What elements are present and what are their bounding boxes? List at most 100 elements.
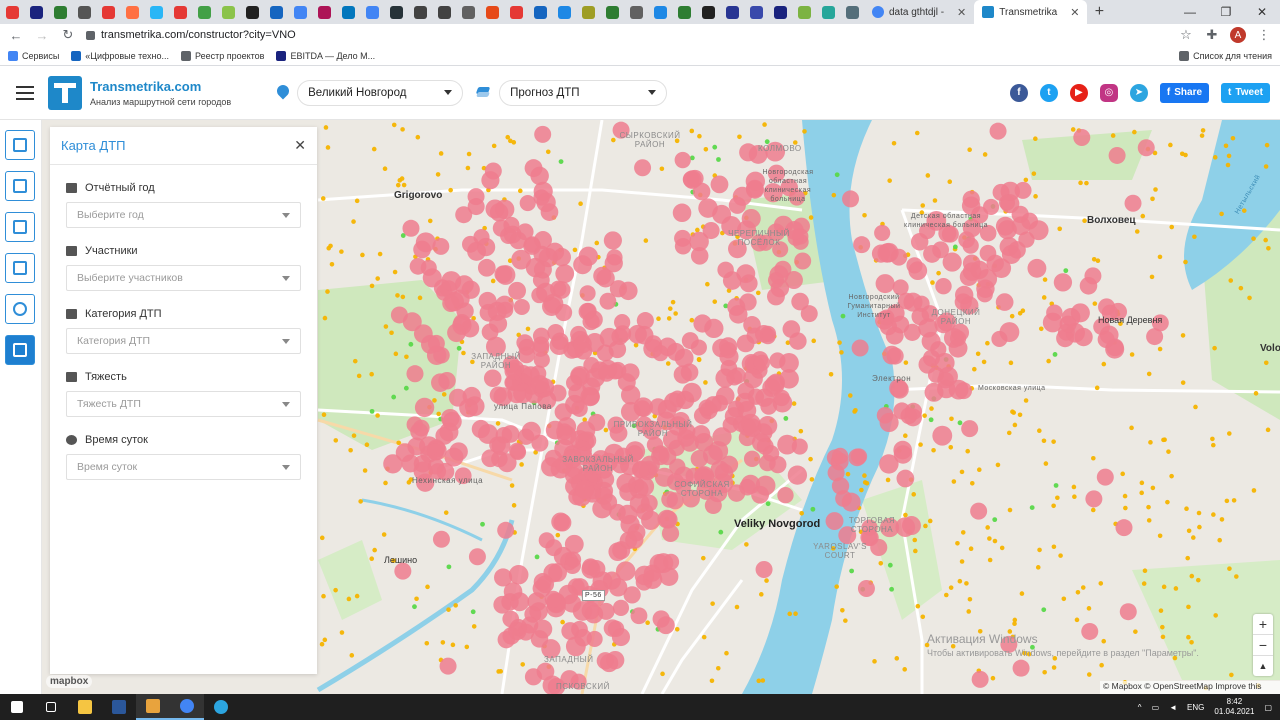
accident-major-marker[interactable]	[598, 364, 616, 382]
accident-minor-marker[interactable]	[1168, 142, 1173, 148]
accident-major-marker[interactable]	[531, 434, 549, 452]
accident-minor-marker[interactable]	[1186, 604, 1191, 610]
accident-minor-marker[interactable]	[666, 316, 672, 321]
accident-major-marker[interactable]	[501, 425, 520, 443]
accident-major-marker[interactable]	[827, 464, 845, 482]
facebook-share-button[interactable]: f Share	[1159, 82, 1210, 103]
accident-major-marker[interactable]	[851, 339, 869, 357]
accident-minor-marker[interactable]	[1008, 360, 1014, 366]
accident-major-marker[interactable]	[513, 383, 533, 404]
tab-data-gthtdjl[interactable]: data gthtdjl - ✕	[864, 0, 974, 24]
accident-major-marker[interactable]	[431, 373, 450, 392]
accident-green-marker[interactable]	[712, 144, 718, 150]
accident-major-marker[interactable]	[555, 264, 575, 284]
windows-start-icon[interactable]	[0, 694, 34, 720]
accident-minor-marker[interactable]	[1041, 438, 1047, 444]
accident-minor-marker[interactable]	[1031, 171, 1037, 176]
accident-major-marker[interactable]	[415, 232, 436, 253]
accident-major-marker[interactable]	[502, 610, 520, 628]
accident-major-marker[interactable]	[1124, 194, 1142, 212]
accident-major-marker[interactable]	[719, 341, 737, 359]
accident-major-marker[interactable]	[1042, 312, 1063, 333]
accident-minor-marker[interactable]	[471, 624, 477, 629]
accident-minor-marker[interactable]	[966, 609, 972, 614]
tab-favicon[interactable]	[168, 0, 192, 24]
accident-minor-marker[interactable]	[959, 559, 965, 564]
accident-green-marker[interactable]	[412, 604, 417, 610]
language-indicator[interactable]: ENG	[1187, 703, 1204, 712]
accident-minor-marker[interactable]	[659, 166, 665, 172]
accident-minor-marker[interactable]	[981, 359, 987, 365]
file-explorer-icon[interactable]	[68, 694, 102, 720]
tab-favicon[interactable]	[72, 0, 96, 24]
accident-major-marker[interactable]	[554, 403, 573, 421]
accident-minor-marker[interactable]	[322, 637, 328, 643]
accident-minor-marker[interactable]	[1180, 380, 1186, 385]
route-edit-button[interactable]	[5, 253, 35, 283]
accident-minor-marker[interactable]	[1191, 535, 1196, 540]
accident-major-marker[interactable]	[991, 330, 1008, 348]
accident-minor-marker[interactable]	[1099, 662, 1104, 668]
accident-minor-marker[interactable]	[358, 499, 363, 504]
accident-green-marker[interactable]	[718, 529, 724, 535]
accident-minor-marker[interactable]	[1061, 596, 1067, 602]
accident-minor-marker[interactable]	[443, 510, 449, 515]
accident-minor-marker[interactable]	[555, 532, 561, 538]
accident-minor-marker[interactable]	[495, 421, 501, 426]
accident-minor-marker[interactable]	[511, 503, 517, 508]
accident-major-marker[interactable]	[640, 494, 658, 512]
zoom-in-button[interactable]: +	[1253, 614, 1273, 635]
accident-minor-marker[interactable]	[1051, 665, 1057, 670]
accident-minor-marker[interactable]	[1037, 428, 1042, 434]
tab-favicon[interactable]	[336, 0, 360, 24]
accident-major-marker[interactable]	[948, 338, 968, 358]
accident-minor-marker[interactable]	[911, 492, 917, 497]
accident-major-marker[interactable]	[766, 287, 785, 306]
accident-minor-marker[interactable]	[887, 178, 892, 183]
accident-minor-marker[interactable]	[872, 659, 877, 664]
accident-major-marker[interactable]	[787, 465, 808, 485]
accident-major-marker[interactable]	[634, 476, 655, 497]
accident-minor-marker[interactable]	[1211, 442, 1216, 448]
accident-major-marker[interactable]	[717, 261, 734, 279]
accident-major-marker[interactable]	[699, 401, 718, 420]
accident-minor-marker[interactable]	[1037, 547, 1042, 553]
accident-minor-marker[interactable]	[703, 380, 708, 385]
accident-minor-marker[interactable]	[339, 630, 345, 635]
accident-major-marker[interactable]	[875, 274, 895, 294]
accident-minor-marker[interactable]	[1263, 237, 1268, 243]
accident-minor-marker[interactable]	[862, 212, 867, 218]
accident-minor-marker[interactable]	[837, 340, 842, 345]
accident-minor-marker[interactable]	[323, 125, 329, 130]
accident-minor-marker[interactable]	[1007, 507, 1013, 513]
accident-minor-marker[interactable]	[1213, 613, 1218, 618]
accident-major-marker[interactable]	[853, 236, 871, 254]
tab-favicon[interactable]	[480, 0, 504, 24]
accident-major-marker[interactable]	[932, 241, 950, 259]
accident-minor-marker[interactable]	[695, 227, 700, 233]
accident-major-marker[interactable]	[782, 320, 801, 338]
accident-minor-marker[interactable]	[808, 215, 814, 220]
accident-minor-marker[interactable]	[1227, 566, 1232, 571]
accident-minor-marker[interactable]	[1228, 278, 1234, 283]
accident-minor-marker[interactable]	[920, 614, 926, 620]
accident-minor-marker[interactable]	[1122, 493, 1128, 499]
accident-major-marker[interactable]	[831, 447, 849, 465]
accident-minor-marker[interactable]	[1051, 544, 1057, 550]
accident-minor-marker[interactable]	[987, 557, 993, 563]
tab-favicon[interactable]	[48, 0, 72, 24]
accident-major-marker[interactable]	[743, 450, 761, 468]
accident-major-marker[interactable]	[494, 265, 513, 284]
accident-minor-marker[interactable]	[1141, 581, 1147, 586]
accident-minor-marker[interactable]	[339, 249, 344, 254]
accident-minor-marker[interactable]	[903, 433, 908, 438]
accident-minor-marker[interactable]	[436, 411, 441, 417]
accident-minor-marker[interactable]	[913, 548, 918, 554]
accident-major-marker[interactable]	[1084, 267, 1102, 285]
accident-major-marker[interactable]	[1137, 139, 1155, 157]
accident-minor-marker[interactable]	[1234, 574, 1239, 579]
accident-minor-marker[interactable]	[734, 604, 740, 610]
accident-major-marker[interactable]	[553, 513, 572, 532]
accident-minor-marker[interactable]	[947, 179, 953, 184]
accident-minor-marker[interactable]	[320, 196, 326, 201]
